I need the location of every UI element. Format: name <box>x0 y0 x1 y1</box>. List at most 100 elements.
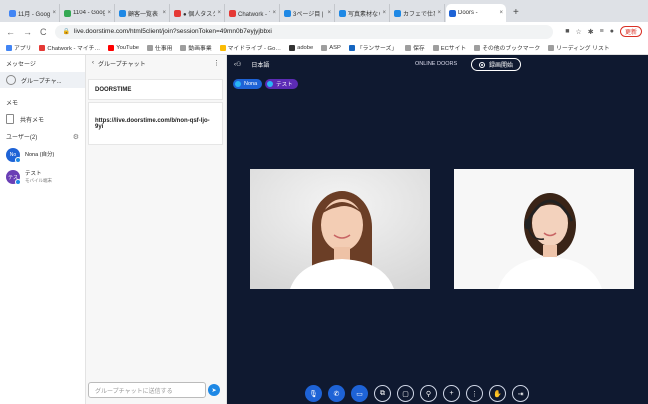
favicon-icon <box>64 9 71 17</box>
bookmark-item[interactable]: リーディング リスト <box>548 43 610 52</box>
close-icon[interactable]: × <box>162 10 166 16</box>
video-tile-woman-1[interactable] <box>250 169 430 289</box>
online-status: ONLINE DOORS <box>415 61 458 67</box>
sidebar-item-group-chat[interactable]: グループチャ... <box>0 72 85 88</box>
tab-title: カフェで仕事 <box>403 11 436 18</box>
room-name: 日本語 <box>251 62 270 69</box>
bookmark-label: リーディング リスト <box>556 46 610 52</box>
bookmark-icon <box>108 44 115 51</box>
search-user-button[interactable]: ⚲ <box>420 385 437 402</box>
video-header: ‹⚇ 日本語 ONLINE DOORS 録画開始 <box>227 55 648 73</box>
send-button[interactable]: ➤ <box>208 384 220 396</box>
screen-share-button[interactable]: ⧉ <box>374 385 391 402</box>
bookmark-item[interactable]: YouTube <box>108 44 140 51</box>
call-controls: 🎙 ✆ ▭ ⧉ ▢ ⚲ + ⋮ ✋ ⇥ <box>305 385 535 402</box>
close-icon[interactable]: × <box>52 10 56 16</box>
microphone-button[interactable]: 🎙 <box>305 385 322 402</box>
browser-tab[interactable]: 11月 - Google× <box>6 4 60 22</box>
record-button[interactable]: 録画開始 <box>471 58 522 71</box>
bookmark-icon <box>432 44 439 51</box>
bookmark-item[interactable]: 仕事用 <box>147 43 172 52</box>
close-icon[interactable]: × <box>217 10 221 16</box>
favicon-icon <box>449 9 456 17</box>
close-icon[interactable]: × <box>499 10 503 16</box>
hand-button[interactable]: ✋ <box>489 385 506 402</box>
user-toggle-icon[interactable]: ‹⚇ <box>234 61 241 68</box>
user-name: テスト <box>25 170 42 177</box>
more-button[interactable]: ⋮ <box>466 385 483 402</box>
phone-button[interactable]: ✆ <box>328 385 345 402</box>
more-vertical-icon[interactable]: ⋮ <box>213 59 220 67</box>
reload-icon[interactable]: C <box>40 27 47 37</box>
forward-icon[interactable]: → <box>23 27 32 37</box>
whiteboard-button[interactable]: ▢ <box>397 385 414 402</box>
participant-chip[interactable]: Nona <box>233 79 263 89</box>
chat-title: グループチャット <box>98 61 146 68</box>
browser-tab[interactable]: Doors - × <box>446 4 506 22</box>
favicon-icon <box>174 9 181 17</box>
sidebar-item-shared-memo[interactable]: 共有メモ <box>0 111 85 127</box>
bookmark-icon <box>147 44 154 51</box>
chat-header: ‹ グループチャット ⋮ <box>86 55 226 71</box>
new-tab-button[interactable]: + <box>513 4 519 22</box>
profile-icon[interactable]: ● <box>610 28 614 35</box>
lock-icon: 🔒 <box>62 29 70 35</box>
search-user-icon: ⚲ <box>425 390 432 398</box>
bookmark-item[interactable]: 動画事業 <box>180 43 212 52</box>
close-icon[interactable]: × <box>437 10 441 16</box>
screen-share-icon: ⧉ <box>380 389 385 397</box>
bookmark-item[interactable]: マイドライブ - Go… <box>219 43 281 52</box>
back-icon[interactable]: ← <box>6 27 15 37</box>
bookmark-item[interactable]: adobe <box>289 44 313 51</box>
user-list-item[interactable]: No Nona (自分) <box>0 144 85 166</box>
url-text: live.doorstime.com/html5client/join?sess… <box>73 28 272 35</box>
bookmark-label: アプリ <box>14 46 32 52</box>
participant-chip[interactable]: テスト <box>265 79 298 89</box>
avatar: テス <box>6 170 21 185</box>
bookmark-item[interactable]: その他のブックマーク <box>474 43 540 52</box>
plus-button[interactable]: + <box>443 385 460 402</box>
tab-title: 写真素材なら <box>348 11 381 18</box>
memo-icon <box>6 114 14 124</box>
user-list-item[interactable]: テス テスト モバイル端末 <box>0 166 85 188</box>
camera-icon: ▭ <box>356 390 363 398</box>
browser-tab[interactable]: カフェで仕事 × <box>391 4 445 22</box>
video-tile-woman-2[interactable] <box>454 169 634 289</box>
browser-tab[interactable]: Chatwork - マ× <box>226 4 280 22</box>
address-bar-row: ← → C 🔒 live.doorstime.com/html5client/j… <box>0 22 648 41</box>
chevron-left-icon[interactable]: ‹ <box>92 60 94 66</box>
exit-button[interactable]: ⇥ <box>512 385 529 402</box>
chat-input[interactable]: グループチャットに送信する <box>88 382 206 398</box>
browser-tab[interactable]: 写真素材なら × <box>336 4 390 22</box>
reading-list-icon[interactable]: ≡ <box>600 28 604 35</box>
bookmark-icon <box>6 44 12 51</box>
camera-button[interactable]: ▭ <box>351 385 368 402</box>
avatar: No <box>6 148 21 163</box>
close-icon[interactable]: × <box>107 10 111 16</box>
update-button[interactable]: 更新 <box>619 26 642 37</box>
star-icon[interactable]: ☆ <box>576 28 582 36</box>
url-field[interactable]: 🔒 live.doorstime.com/html5client/join?se… <box>54 24 554 39</box>
bookmark-label: YouTube <box>116 44 140 51</box>
chat-message: DOORSTIME <box>88 79 223 100</box>
bookmark-item[interactable]: Chatwork - マイチ… <box>39 43 100 52</box>
bookmark-item[interactable]: アプリ <box>6 43 31 52</box>
bookmark-item[interactable]: ASP <box>321 44 341 51</box>
close-icon[interactable]: × <box>327 10 331 16</box>
extension-icon[interactable]: ✱ <box>588 28 594 36</box>
tab-title: 顧客一覧表 - <box>128 11 161 18</box>
browser-tab[interactable]: ● 個人タスク × <box>171 4 225 22</box>
status-dot-icon <box>15 157 21 163</box>
close-icon[interactable]: × <box>272 10 276 16</box>
users-heading: ユーザー(2) <box>6 135 38 141</box>
bookmark-item[interactable]: 保存 <box>405 43 425 52</box>
video-icon[interactable]: ■ <box>565 28 569 35</box>
group-chat-label: グループチャ... <box>21 78 62 85</box>
bookmark-item[interactable]: 「ランサーズ」 <box>348 43 397 52</box>
close-icon[interactable]: × <box>382 10 386 16</box>
bookmark-item[interactable]: ECサイト <box>432 43 466 52</box>
browser-tab[interactable]: 3ページ目 | A× <box>281 4 335 22</box>
browser-tab[interactable]: 1104 - Google× <box>61 4 115 22</box>
gear-icon[interactable]: ⚙ <box>73 133 79 141</box>
browser-tab[interactable]: 顧客一覧表 - × <box>116 4 170 22</box>
